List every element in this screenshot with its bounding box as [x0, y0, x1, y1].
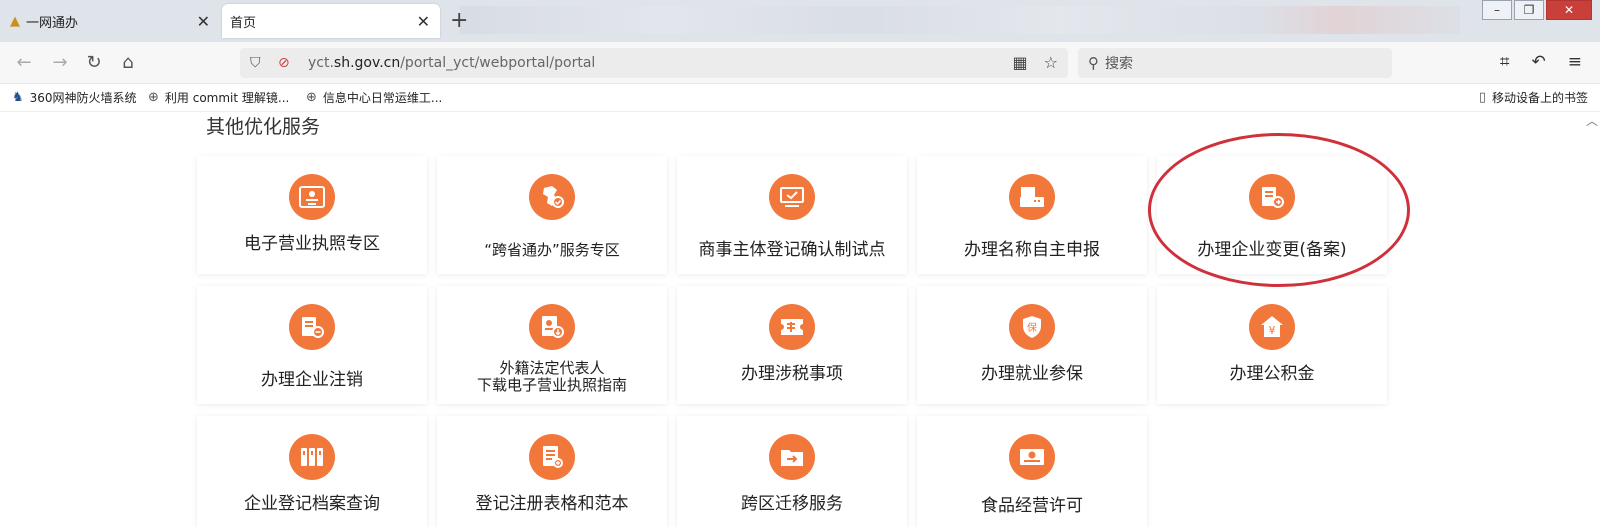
service-card-cross-province[interactable]: “跨省通办”服务专区	[437, 156, 667, 274]
globe-icon: ⊕	[148, 90, 159, 105]
monitor-check-icon	[769, 174, 815, 220]
search-box[interactable]: ⚲ 搜索	[1078, 48, 1392, 78]
card-label: 商事主体登记确认制试点	[698, 240, 886, 260]
housing-fund-icon: ¥	[1249, 304, 1295, 350]
card-label-line2: 下载电子营业执照指南	[476, 376, 627, 394]
bookmark-label: 移动设备上的书签	[1491, 91, 1588, 105]
qr-code-icon[interactable]: ▦	[1013, 53, 1028, 72]
bookmark-label: 利用 commit 理解镜...	[164, 91, 290, 105]
service-card-cross-district-migration[interactable]: 跨区迁移服务	[677, 416, 907, 527]
service-card-employment-insurance[interactable]: 保 办理就业参保	[917, 286, 1147, 404]
svg-text:保: 保	[1027, 321, 1037, 334]
card-label: 办理涉税事项	[741, 364, 843, 384]
service-card-enterprise-change[interactable]: 办理企业变更(备案)	[1157, 156, 1387, 274]
form-template-icon	[529, 434, 575, 480]
navigation-bar: ← → ↻ ⌂ ⛉ ⊘ yct.sh.gov.cn/portal_yct/web…	[0, 42, 1600, 84]
bookmark-item[interactable]: ♞ 360网神防火墙系统	[12, 89, 137, 106]
undo-icon[interactable]: ↶	[1532, 52, 1546, 72]
restore-icon[interactable]: ❐	[1514, 0, 1544, 20]
document-change-icon	[1249, 174, 1295, 220]
service-card-deregistration[interactable]: 办理企业注销	[197, 286, 427, 404]
service-card-form-templates[interactable]: 登记注册表格和范本	[437, 416, 667, 527]
close-tab-icon[interactable]: ✕	[417, 12, 430, 31]
service-card-foreign-representative-guide[interactable]: 外籍法定代表人 下载电子营业执照指南	[437, 286, 667, 404]
service-card-e-license[interactable]: 电子营业执照专区	[197, 156, 427, 274]
card-label: 电子营业执照专区	[244, 234, 380, 254]
blurred-background	[460, 6, 1460, 34]
card-label: 办理公积金	[1229, 364, 1315, 384]
crop-icon[interactable]: ⌗	[1500, 52, 1510, 72]
card-label: 办理企业变更(备案)	[1197, 240, 1347, 260]
home-icon[interactable]: ⌂	[116, 52, 140, 74]
card-label: “跨省通办”服务专区	[484, 241, 620, 259]
map-check-icon	[529, 174, 575, 220]
printer-icon	[1009, 174, 1055, 220]
svg-text:¥: ¥	[1269, 324, 1276, 337]
lock-icon[interactable]: ⊘	[278, 55, 296, 71]
tax-ticket-icon	[769, 304, 815, 350]
address-bar[interactable]: ⛉ ⊘ yct.sh.gov.cn/portal_yct/webportal/p…	[240, 48, 1068, 78]
forward-icon[interactable]: →	[48, 52, 72, 74]
mobile-device-icon: ▯	[1478, 90, 1486, 105]
url-host: sh.gov.cn	[333, 55, 401, 71]
bookmark-item[interactable]: ⊕ 信息中心日常运维工...	[306, 89, 442, 106]
globe-icon: ⊕	[306, 90, 317, 105]
card-label: 跨区迁移服务	[741, 494, 843, 514]
close-tab-icon[interactable]: ✕	[197, 12, 210, 31]
card-label: 登记注册表格和范本	[475, 494, 629, 514]
search-icon: ⚲	[1088, 54, 1099, 72]
service-card-name-declaration[interactable]: 办理名称自主申报	[917, 156, 1147, 274]
tab-label: 首页	[230, 15, 257, 31]
bookmark-item[interactable]: ⊕ 利用 commit 理解镜...	[148, 89, 289, 106]
firewall-icon: ♞	[12, 90, 24, 105]
window-close-icon[interactable]: ✕	[1546, 0, 1592, 20]
folder-arrow-icon	[769, 434, 815, 480]
menu-icon[interactable]: ≡	[1568, 52, 1582, 72]
search-placeholder: 搜索	[1105, 56, 1133, 72]
minimize-icon[interactable]: –	[1482, 0, 1512, 20]
card-label: 食品经营许可	[981, 496, 1083, 516]
service-card-food-license[interactable]: 食品经营许可	[917, 416, 1147, 527]
favicon-icon: ▲	[10, 13, 20, 29]
archive-folders-icon	[289, 434, 335, 480]
tab-label: 一网通办	[26, 15, 79, 31]
card-label: 外籍法定代表人 下载电子营业执照指南	[437, 360, 667, 394]
section-title: 其他优化服务	[206, 116, 321, 138]
document-cancel-icon	[289, 304, 335, 350]
service-card-archive-query[interactable]: 企业登记档案查询	[197, 416, 427, 527]
back-icon[interactable]: ←	[12, 52, 36, 74]
page-content: 其他优化服务 ︿ 电子营业执照专区 “跨省通办”服务专区 商事主体登记确认制试点…	[0, 112, 1600, 527]
bookmark-label: 信息中心日常运维工...	[322, 91, 443, 105]
card-label-line1: 外籍法定代表人	[499, 359, 605, 377]
tab-yiwangtongban[interactable]: ▲ 一网通办 ✕	[4, 4, 220, 38]
mobile-bookmarks[interactable]: ▯ 移动设备上的书签	[1479, 89, 1588, 106]
url-path: /portal_yct/webportal/portal	[400, 55, 596, 71]
browser-tab-strip: ▲ 一网通办 ✕ 首页 ✕ + – ❐ ✕	[0, 0, 1600, 42]
insurance-shield-icon: 保	[1009, 304, 1055, 350]
bookmark-label: 360网神防火墙系统	[29, 91, 137, 105]
card-label: 企业登记档案查询	[244, 494, 380, 514]
bookmarks-bar: ♞ 360网神防火墙系统 ⊕ 利用 commit 理解镜... ⊕ 信息中心日常…	[0, 84, 1600, 112]
service-card-housing-fund[interactable]: ¥ 办理公积金	[1157, 286, 1387, 404]
card-label: 办理就业参保	[981, 364, 1083, 384]
new-tab-icon[interactable]: +	[450, 8, 468, 33]
scroll-up-icon[interactable]: ︿	[1586, 112, 1598, 129]
license-icon	[289, 174, 335, 220]
service-card-tax-matters[interactable]: 办理涉税事项	[677, 286, 907, 404]
service-card-registration-pilot[interactable]: 商事主体登记确认制试点	[677, 156, 907, 274]
bookmark-star-icon[interactable]: ☆	[1044, 53, 1058, 72]
window-controls: – ❐ ✕	[1480, 0, 1592, 20]
shield-icon[interactable]: ⛉	[250, 55, 268, 71]
id-card-download-icon	[529, 304, 575, 350]
reload-icon[interactable]: ↻	[82, 52, 106, 74]
toolbar-tools: ⌗ ↶ ≡	[1500, 52, 1582, 72]
food-certificate-icon	[1009, 434, 1055, 480]
card-label: 办理名称自主申报	[964, 240, 1100, 260]
tab-home[interactable]: 首页 ✕	[222, 4, 440, 38]
url-prefix: yct.	[308, 55, 334, 71]
card-label: 办理企业注销	[261, 370, 363, 390]
url-text: yct.sh.gov.cn/portal_yct/webportal/porta…	[308, 55, 595, 71]
